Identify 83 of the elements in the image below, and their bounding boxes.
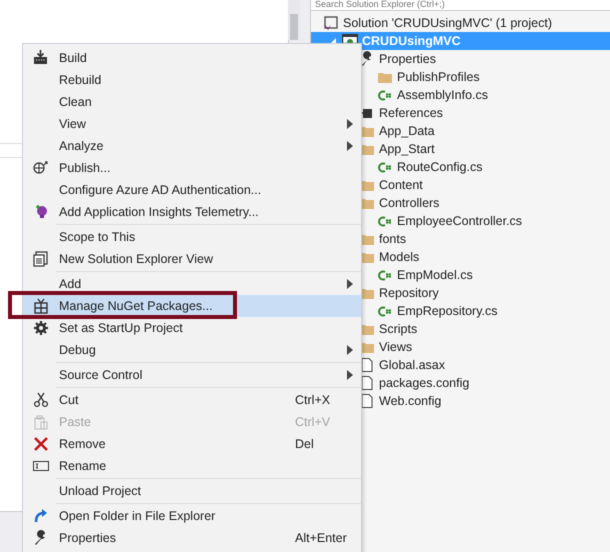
tree-item-label: EmployeeController.cs [397, 214, 522, 228]
tree-item-label: App_Data [379, 124, 435, 138]
scrollbar[interactable] [288, 0, 300, 40]
menu-item[interactable]: Configure Azure AD Authentication... [23, 179, 361, 201]
tree-item-label: Models [379, 250, 420, 264]
settings-icon [33, 320, 49, 336]
menu-item[interactable]: Manage NuGet Packages... [23, 295, 361, 317]
tree-item-label: Content [379, 178, 423, 192]
menu-item[interactable]: Set as StartUp Project [23, 317, 361, 339]
menu-item-label: Open Folder in File Explorer [59, 509, 216, 523]
menu-item-label: Paste [59, 415, 91, 429]
search-placeholder: Search Solution Explorer (Ctrl+;) [315, 0, 445, 10]
menu-item-label: Rebuild [59, 73, 102, 87]
submenu-arrow-icon [347, 141, 353, 151]
menu-item-label: Properties [59, 531, 116, 545]
file-icon [359, 357, 375, 373]
file-icon [359, 375, 375, 391]
submenu-arrow-icon [347, 119, 353, 129]
menu-item-label: Analyze [59, 139, 104, 153]
tree-item-label: Controllers [379, 196, 440, 210]
menu-item-label: Build [59, 51, 87, 65]
menu-item[interactable]: Unload Project [23, 480, 361, 502]
tree-item-label: Views [379, 340, 412, 354]
search-field[interactable]: Search Solution Explorer (Ctrl+;) [311, 0, 610, 11]
submenu-arrow-icon [347, 279, 353, 289]
file-icon [359, 393, 375, 409]
clipboard-icon [33, 414, 49, 430]
solution-icon [323, 15, 339, 31]
refresh-arrow-icon [33, 508, 49, 524]
tree-item-label: EmpRepository.cs [397, 304, 498, 318]
menu-item-label: Cut [59, 393, 78, 407]
tree-item-label: References [379, 106, 443, 120]
window-list-icon [33, 251, 49, 267]
tree-item-label: CRUDUsingMVC [362, 34, 461, 48]
tree-item-label: Web.config [379, 394, 442, 408]
globe-icon [33, 160, 49, 176]
tree-item-label: packages.config [379, 376, 470, 390]
menu-item[interactable]: Remove Del [23, 433, 361, 455]
menu-item[interactable]: Rename [23, 455, 361, 477]
tree-item-label: Properties [379, 52, 436, 66]
menu-item-label: Scope to This [59, 230, 136, 244]
tree-item-label: Repository [379, 286, 439, 300]
menu-item-label: Remove [59, 437, 106, 451]
menu-item[interactable]: Cut Ctrl+X [23, 389, 361, 411]
lightbulb-icon [33, 204, 49, 220]
package-icon [33, 298, 49, 314]
menu-item[interactable]: Open Folder in File Explorer [23, 505, 361, 527]
scissors-icon [33, 392, 49, 408]
tree-item-label: fonts [379, 232, 406, 246]
tree-item[interactable]: Solution 'CRUDUsingMVC' (1 project) [311, 14, 610, 32]
submenu-arrow-icon [347, 345, 353, 355]
tree-item-label: Scripts [379, 322, 418, 336]
shortcut-label: Alt+Enter [295, 531, 347, 545]
rename-icon [33, 458, 49, 474]
menu-item-label: Source Control [59, 368, 142, 382]
menu-item-label: Rename [59, 459, 106, 473]
menu-item-label: View [59, 117, 86, 131]
menu-item[interactable]: Properties Alt+Enter [23, 527, 361, 549]
menu-item-label: Debug [59, 343, 96, 357]
project-icon [342, 34, 358, 44]
menu-item-label: Add [59, 277, 82, 291]
shortcut-label: Del [295, 437, 314, 451]
menu-item-label: Unload Project [59, 484, 141, 498]
menu-item-label: Clean [59, 95, 92, 109]
menu-item-label: Set as StartUp Project [59, 321, 183, 335]
tree-item-label: PublishProfiles [397, 70, 480, 84]
submenu-arrow-icon [347, 370, 353, 380]
close-icon [33, 436, 49, 452]
tree-item-label: RouteConfig.cs [397, 160, 482, 174]
shortcut-label: Ctrl+X [295, 393, 330, 407]
tree-item-label: EmpModel.cs [397, 268, 473, 282]
tree-item-label: Solution 'CRUDUsingMVC' (1 project) [343, 16, 552, 30]
menu-item-label: New Solution Explorer View [59, 252, 214, 266]
tree-item-label: App_Start [379, 142, 435, 156]
build-icon [33, 50, 49, 66]
menu-item-label: Publish... [59, 161, 110, 175]
menu-item[interactable]: Analyze [23, 135, 361, 157]
tree-item-label: AssemblyInfo.cs [397, 88, 488, 102]
menu-item-label: Add Application Insights Telemetry... [59, 205, 259, 219]
menu-item-label: Configure Azure AD Authentication... [59, 183, 262, 197]
shortcut-label: Ctrl+V [295, 415, 330, 429]
menu-item-label: Manage NuGet Packages... [59, 299, 213, 313]
tree-item-label: Global.asax [379, 358, 446, 372]
